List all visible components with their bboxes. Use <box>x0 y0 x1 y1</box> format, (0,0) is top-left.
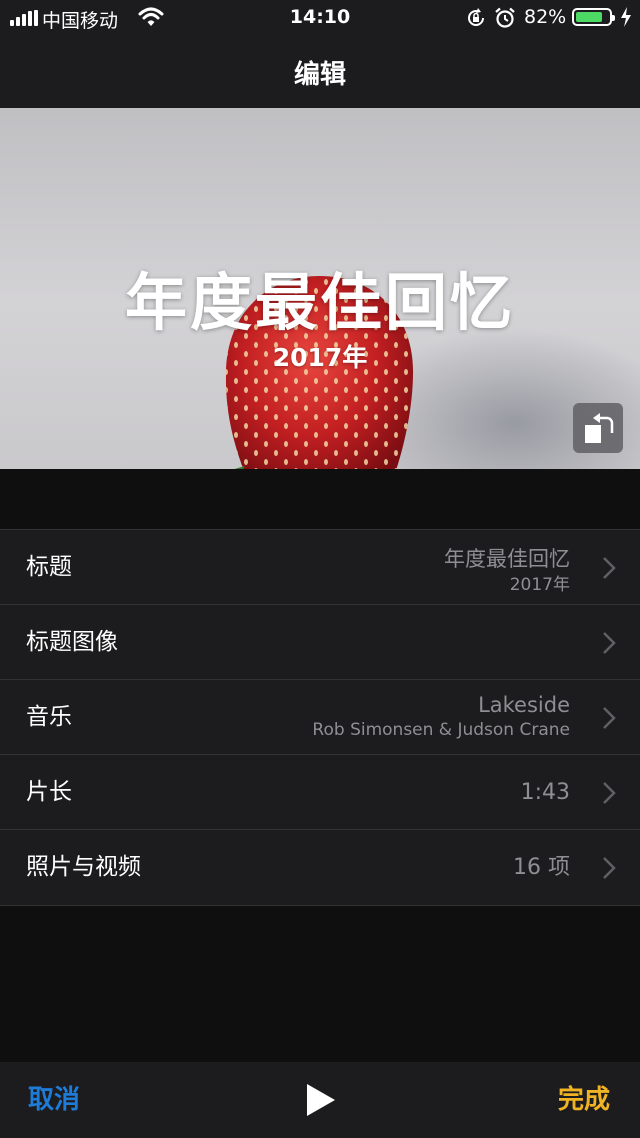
hero-title: 年度最佳回忆 <box>124 266 515 339</box>
row-label: 标题图像 <box>26 629 118 655</box>
chevron-right-icon <box>603 632 616 654</box>
charging-bolt-icon <box>621 7 631 27</box>
row-title-image[interactable]: 标题图像 <box>0 605 640 680</box>
done-button[interactable]: 完成 <box>558 1062 610 1138</box>
chevron-right-icon <box>603 557 616 579</box>
page-title: 编辑 <box>293 60 346 90</box>
row-value: 年度最佳回忆 <box>444 547 570 571</box>
row-title[interactable]: 标题 年度最佳回忆 2017年 <box>0 530 640 605</box>
row-detail: Rob Simonsen & Judson Crane <box>312 720 570 740</box>
title-image-preview[interactable]: 年度最佳回忆 2017年 <box>0 108 640 469</box>
row-detail: 2017年 <box>509 575 570 595</box>
cancel-button[interactable]: 取消 <box>28 1062 80 1138</box>
row-label: 音乐 <box>26 704 72 730</box>
battery-icon <box>572 8 615 26</box>
nav-bar: 编辑 <box>0 36 640 108</box>
row-label: 照片与视频 <box>26 854 141 880</box>
chevron-right-icon <box>603 857 616 879</box>
row-value: 16 项 <box>513 855 570 880</box>
orientation-lock-icon <box>468 8 484 26</box>
rotate-button[interactable] <box>573 403 623 453</box>
settings-list: 标题 年度最佳回忆 2017年 标题图像 音乐 Lakeside Rob Sim… <box>0 529 640 906</box>
chevron-right-icon <box>603 782 616 804</box>
chevron-right-icon <box>603 707 616 729</box>
battery-percent: 82% <box>524 6 567 28</box>
bottom-toolbar: 取消 完成 <box>0 1062 640 1138</box>
row-photos-videos[interactable]: 照片与视频 16 项 <box>0 830 640 905</box>
alarm-icon <box>495 7 515 28</box>
rotate-icon <box>585 413 614 443</box>
row-label: 片长 <box>26 779 72 805</box>
play-icon[interactable] <box>303 1083 337 1117</box>
hero-subtitle: 2017年 <box>272 343 368 372</box>
row-music[interactable]: 音乐 Lakeside Rob Simonsen & Judson Crane <box>0 680 640 755</box>
row-value: 1:43 <box>520 780 570 805</box>
status-bar: 中国移动 14:10 82% <box>0 0 640 36</box>
row-label: 标题 <box>26 554 72 580</box>
row-value: Lakeside <box>478 693 570 717</box>
row-duration[interactable]: 片长 1:43 <box>0 755 640 830</box>
